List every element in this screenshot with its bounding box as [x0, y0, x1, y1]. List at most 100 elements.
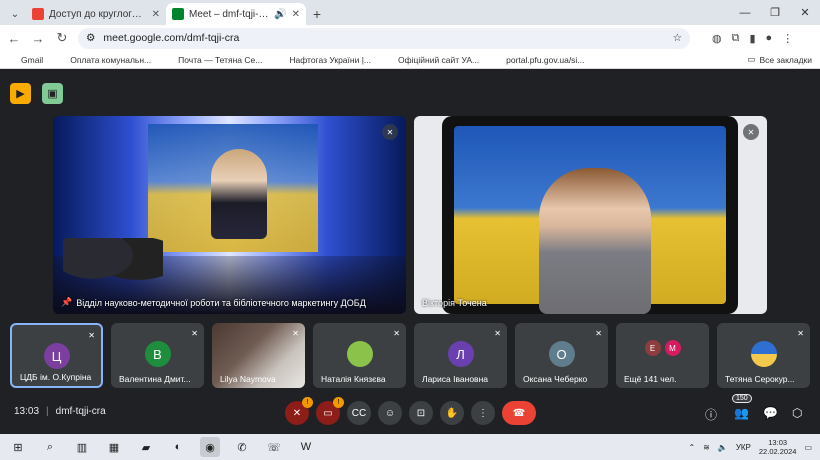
all-bookmarks[interactable]: ▭ Все закладки [747, 54, 812, 65]
tile-name-label: Відділ науково-методичної роботи та бібл… [76, 297, 366, 308]
address-toolbar: ← → ↻ ⚙ meet.google.com/dmf-tqji-cra ☆ ◍… [0, 25, 820, 51]
reactions-button[interactable]: ☺ [378, 401, 402, 425]
widgets-icon[interactable]: ▦ [104, 437, 124, 457]
menu-icon[interactable]: ⋮ [782, 32, 793, 45]
address-field[interactable]: ⚙ meet.google.com/dmf-tqji-cra ☆ [78, 27, 690, 49]
participant-tile[interactable]: ✕ В Валентина Дмит... [111, 323, 204, 388]
extensions-icon[interactable]: ⧉ [732, 32, 740, 45]
audience-figures [63, 238, 163, 296]
meeting-code: dmf-tqji-cra [55, 406, 106, 417]
edge-icon[interactable]: ◐ [168, 437, 188, 457]
bookmark-label: Почта — Тетяна Се... [178, 54, 263, 65]
avatar: В [144, 341, 171, 367]
devices-icon[interactable]: ▣ [42, 83, 63, 104]
bookmark-label: Gmail [21, 54, 44, 65]
speaker-video [211, 149, 267, 239]
avatar: Е [644, 340, 661, 356]
more-options-button[interactable]: ⋮ [471, 401, 495, 425]
tab-meet[interactable]: Meet – dmf-tqji-cra 🔊 ✕ [166, 3, 306, 25]
bookmark-gmail[interactable]: Gmail [8, 55, 43, 65]
hand-icon: ✋ [445, 407, 459, 419]
bookmark-utilities[interactable]: Оплата комунальн... [57, 55, 151, 65]
close-window-icon[interactable]: ✕ [790, 0, 820, 25]
main-video-tile-2[interactable]: ✕ Вікторія Точена [414, 116, 767, 314]
tab-title: Доступ до круглого столу «Не [49, 8, 147, 20]
warning-icon: ! [302, 397, 313, 408]
side-panel-icon[interactable]: ▮ [749, 32, 755, 45]
bookmark-mail[interactable]: Почта — Тетяна Се... [165, 55, 262, 65]
close-tab-icon[interactable]: ✕ [292, 9, 300, 20]
leave-call-button[interactable]: ☎ [502, 401, 536, 425]
participant-tile[interactable]: ✕ Lilya Naymova [212, 323, 305, 388]
bookmark-label: portal.pfu.gov.ua/si... [506, 54, 585, 65]
captions-button[interactable]: CC [347, 401, 371, 425]
notifications-icon[interactable]: ▭ [804, 443, 812, 452]
window-controls: — ❐ ✕ [730, 0, 820, 25]
volume-icon[interactable]: 🔈 [718, 443, 728, 452]
bookmark-official-site[interactable]: Офіційний сайт УА... [385, 55, 479, 65]
tile-name-label: Вікторія Точена [422, 298, 487, 308]
mic-off-icon: ✕ [797, 329, 804, 338]
file-explorer-icon[interactable]: ▰ [136, 437, 156, 457]
mic-toggle-button[interactable]: ✕! [285, 397, 313, 425]
close-tab-icon[interactable]: ✕ [152, 9, 160, 20]
forward-icon[interactable]: → [30, 31, 46, 46]
present-button[interactable]: ⊡ [409, 401, 433, 425]
back-icon[interactable]: ← [6, 31, 22, 46]
clock[interactable]: 13:03 22.02.2024 [759, 438, 797, 456]
present-screen-icon: ⊡ [416, 407, 426, 419]
mic-off-icon: ✕ [393, 329, 400, 338]
participant-tile[interactable]: ✕ Наталія Князєва [313, 323, 406, 388]
participant-name: Наталія Князєва [321, 374, 386, 384]
new-tab-button[interactable]: + [306, 3, 328, 25]
tab-gmail[interactable]: Доступ до круглого столу «Не ✕ [26, 3, 166, 25]
tab-title: Meet – dmf-tqji-cra [189, 8, 270, 20]
participant-tile[interactable]: ✕ О Оксана Чеберко [515, 323, 608, 388]
reload-icon[interactable]: ↻ [54, 30, 70, 46]
activities-icon[interactable]: ⬡ [792, 406, 802, 420]
tile-name: Вікторія Точена [422, 298, 487, 308]
camera-off-icon[interactable]: ▶ [10, 83, 31, 104]
windows-taskbar: ⊞ ⌕ ▥ ▦ ▰ ◐ ◉ ✆ ☏ W ⌃ ≋ 🔈 УКР 13:03 22.0… [0, 434, 820, 460]
main-video-tile-1[interactable]: ✕ 📌 Відділ науково-методичної роботи та … [53, 116, 406, 314]
speaker-icon[interactable]: 🔊 [274, 9, 286, 20]
bookmark-star-icon[interactable]: ☆ [673, 32, 682, 44]
word-icon[interactable]: W [296, 437, 316, 457]
viber-icon[interactable]: ☏ [264, 437, 284, 457]
others-tile[interactable]: Е М Ещё 141 чел. [616, 323, 709, 388]
pin-icon: 📌 [61, 297, 73, 307]
info-icon[interactable]: ⓘ [705, 406, 717, 423]
task-view-icon[interactable]: ▥ [72, 437, 92, 457]
meeting-time: 13:03 [14, 406, 40, 417]
avatar: Ц [43, 343, 70, 369]
whatsapp-icon[interactable]: ✆ [232, 437, 252, 457]
bookmark-icon [57, 55, 66, 64]
search-icon[interactable]: ⌕ [40, 437, 60, 457]
language-indicator[interactable]: УКР [736, 443, 751, 452]
other-avatars: Е М [644, 340, 681, 356]
chevron-up-icon[interactable]: ⌃ [688, 443, 695, 452]
bookmark-label: Оплата комунальн... [70, 54, 152, 65]
bookmark-pfu-portal[interactable]: portal.pfu.gov.ua/si... [493, 55, 584, 65]
participant-tile[interactable]: ✕ Л Лариса Івановна [414, 323, 507, 388]
raise-hand-button[interactable]: ✋ [440, 401, 464, 425]
wifi-icon[interactable]: ≋ [703, 443, 710, 452]
globe-icon[interactable]: ◍ [712, 32, 722, 45]
mic-off-icon: ✕ [292, 407, 302, 419]
chat-icon[interactable]: 💬 [763, 406, 778, 420]
participant-tile[interactable]: ✕ Тетяна Серокур... [717, 323, 810, 388]
browser-tab-strip: ⌄ Доступ до круглого столу «Не ✕ Meet – … [0, 0, 820, 25]
camera-toggle-button[interactable]: ▭! [316, 397, 344, 425]
mic-off-icon: ✕ [743, 124, 759, 140]
people-icon[interactable]: 👥 150 [732, 394, 752, 420]
minimize-icon[interactable]: — [730, 0, 760, 25]
site-info-icon[interactable]: ⚙ [86, 32, 95, 44]
tab-search-icon[interactable]: ⌄ [4, 3, 26, 25]
participant-tile[interactable]: ✕ Ц ЦДБ ім. О.Купріна [10, 323, 103, 388]
hang-up-icon: ☎ [512, 407, 526, 419]
chrome-icon[interactable]: ◉ [200, 437, 220, 457]
restore-icon[interactable]: ❐ [760, 0, 790, 25]
windows-start-icon[interactable]: ⊞ [8, 437, 28, 457]
bookmark-naftogaz[interactable]: Нафтогаз України |... [276, 55, 371, 65]
profile-avatar-icon[interactable]: ● [766, 32, 773, 44]
